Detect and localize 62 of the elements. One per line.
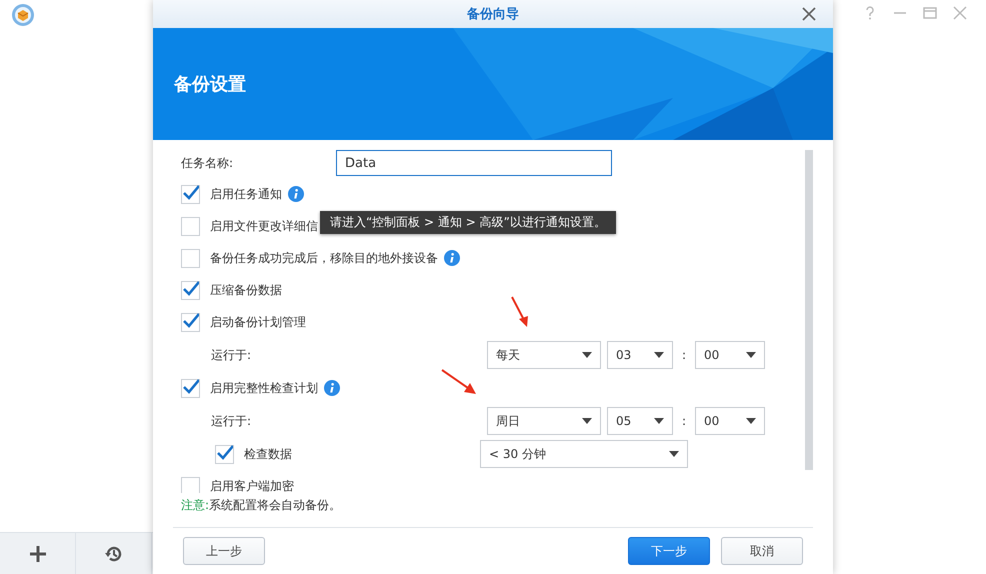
info-icon[interactable]	[444, 250, 460, 266]
banner-title: 备份设置	[174, 73, 246, 96]
note-text: 注意:系统配置将会自动备份。	[181, 497, 342, 514]
maximize-icon	[922, 6, 938, 20]
checkbox[interactable]	[181, 378, 200, 398]
back-button[interactable]: 上一步	[183, 537, 265, 565]
tooltip: 请进入“控制面板 > 通知 > 高级”以进行通知设置。	[320, 211, 616, 234]
checkbox[interactable]	[181, 184, 200, 204]
annotation-arrow	[441, 369, 477, 395]
checkbox-label: 启用完整性检查计划	[210, 380, 318, 396]
minute-select[interactable]: 00	[695, 407, 765, 435]
plus-icon	[28, 544, 46, 562]
checkbox[interactable]	[215, 444, 234, 464]
hour-select[interactable]: 03	[607, 341, 673, 369]
checkbox-label: 启用文件更改详细信	[210, 218, 318, 234]
close-window-button[interactable]	[952, 6, 968, 20]
checkbox[interactable]	[181, 248, 200, 268]
checkbox-label: 压缩备份数据	[210, 282, 282, 298]
close-icon	[952, 6, 968, 20]
checkbox[interactable]	[181, 312, 200, 332]
day-select[interactable]: 周日	[487, 407, 601, 435]
checkbox-label: 启动备份计划管理	[210, 314, 306, 330]
checkbox-label: 备份任务成功完成后，移除目的地外接设备	[210, 250, 438, 266]
time-separator: :	[680, 348, 688, 362]
caret-icon	[669, 451, 679, 457]
minute-select[interactable]: 00	[695, 341, 765, 369]
checkbox-label: 启用客户端加密	[210, 478, 294, 493]
annotation-arrow	[510, 296, 530, 328]
duration-select[interactable]: < 30 分钟	[480, 440, 688, 468]
checkbox-label: 启用任务通知	[210, 186, 282, 202]
close-icon	[801, 6, 817, 22]
cancel-button[interactable]: 取消	[721, 537, 803, 565]
caret-icon	[582, 418, 592, 424]
caret-icon	[582, 352, 592, 358]
day-select[interactable]: 每天	[487, 341, 601, 369]
hour-select[interactable]: 05	[607, 407, 673, 435]
dialog-title: 备份向导	[467, 6, 519, 23]
caret-icon	[746, 418, 756, 424]
time-separator: :	[680, 414, 688, 428]
checkbox[interactable]	[181, 280, 200, 300]
close-button[interactable]	[801, 6, 817, 22]
checkbox[interactable]	[181, 216, 200, 236]
caret-icon	[654, 418, 664, 424]
field-label: 任务名称:	[181, 154, 234, 172]
app-logo-icon[interactable]	[11, 3, 35, 27]
checkmark-icon	[182, 281, 199, 297]
field-label: 运行于:	[211, 412, 252, 430]
checkmark-icon	[182, 379, 199, 395]
maximize-button[interactable]	[922, 6, 938, 20]
checkbox[interactable]	[181, 476, 200, 493]
checkmark-icon	[216, 445, 233, 461]
scrollbar[interactable]	[805, 150, 813, 470]
info-icon[interactable]	[324, 380, 340, 396]
checkmark-icon	[182, 313, 199, 329]
checkmark-icon	[182, 185, 199, 201]
field-label: 运行于:	[211, 346, 252, 364]
caret-icon	[654, 352, 664, 358]
caret-icon	[746, 352, 756, 358]
next-button[interactable]: 下一步	[628, 537, 710, 565]
info-icon[interactable]	[288, 186, 304, 202]
checkbox-label: 检查数据	[244, 446, 293, 462]
task-name-field[interactable]: Data	[336, 150, 612, 176]
